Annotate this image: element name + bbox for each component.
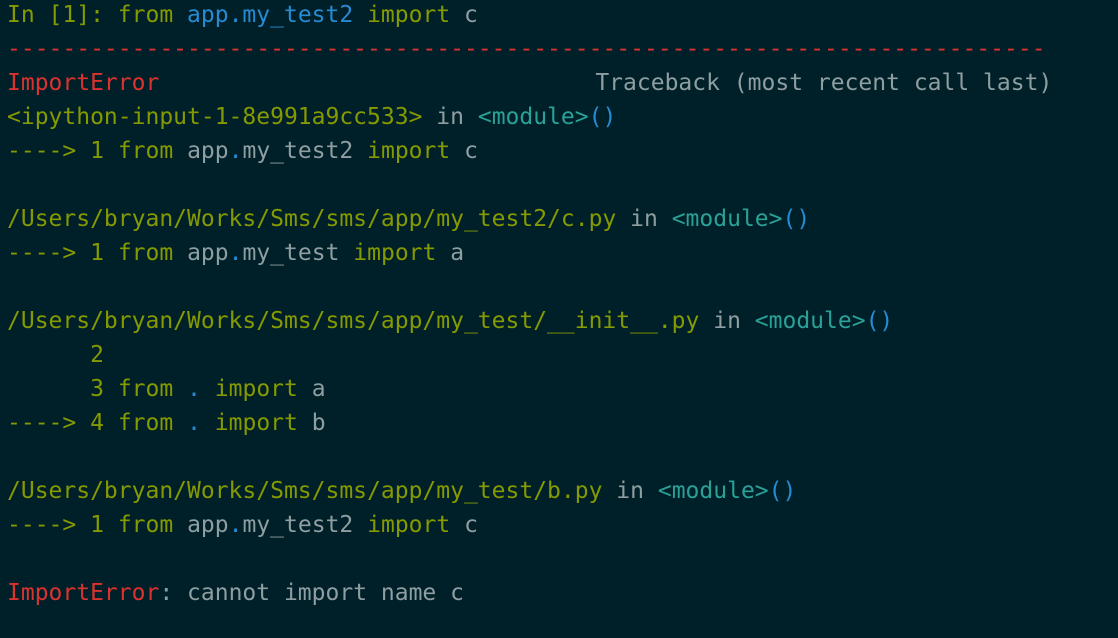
- line-number: 3: [90, 376, 104, 402]
- frame-module-tag: <module>: [477, 104, 589, 130]
- code-line: ----> 1 from app.my_test2 import c: [7, 510, 1118, 544]
- frame-in-word: in: [713, 308, 741, 334]
- frame-module-tag: <module>: [754, 308, 866, 334]
- module-dot: .: [187, 410, 201, 436]
- current-line-marker: ---->: [7, 138, 77, 164]
- imported-name: b: [311, 410, 326, 436]
- module-dot: .: [228, 512, 243, 538]
- prompt-number: 1: [62, 2, 77, 28]
- keyword-import: import: [353, 240, 437, 266]
- imported-name: a: [311, 376, 326, 402]
- terminal-window[interactable]: In [1]: from app.my_test2 import c -----…: [0, 0, 1118, 638]
- frame-file: <ipython-input-1-8e991a9cc533>: [7, 104, 423, 130]
- module-dot: .: [187, 376, 201, 402]
- frame-file: /Users/bryan/Works/Sms/sms/app/my_test/b…: [7, 478, 603, 504]
- input-line: In [1]: from app.my_test2 import c: [7, 0, 1118, 34]
- imported-name: c: [464, 138, 478, 164]
- module-part: app: [187, 138, 229, 164]
- module-dot: .: [228, 240, 243, 266]
- keyword-import: import: [367, 2, 451, 28]
- error-message: : cannot import name c: [159, 580, 464, 606]
- line-number: 1: [90, 138, 104, 164]
- frame-file: /Users/bryan/Works/Sms/sms/app/my_test/_…: [7, 308, 700, 334]
- frame-file: /Users/bryan/Works/Sms/sms/app/my_test2/…: [7, 206, 617, 232]
- keyword-from: from: [117, 376, 174, 402]
- frame-module-tag: <module>: [657, 478, 769, 504]
- frame-in-word: in: [616, 478, 644, 504]
- keyword-from: from: [117, 240, 174, 266]
- frame-header: /Users/bryan/Works/Sms/sms/app/my_test/b…: [7, 476, 1118, 510]
- module-part: my_test2: [242, 512, 354, 538]
- module-dot: .: [228, 138, 243, 164]
- line-number: 1: [90, 240, 104, 266]
- code-line: 3 from . import a: [7, 374, 1118, 408]
- code-line: ----> 1 from app.my_test2 import c: [7, 136, 1118, 170]
- frame-module-tag: <module>: [671, 206, 783, 232]
- module-name: app.my_test2: [187, 2, 354, 28]
- prompt-close: ]:: [76, 2, 118, 28]
- prompt-in: In [: [7, 2, 63, 28]
- module-part: my_test2: [242, 138, 354, 164]
- separator-line: ----------------------------------------…: [7, 36, 1046, 62]
- traceback-header: ImportError Traceback (most recent call l…: [7, 68, 1118, 102]
- error-name: ImportError: [7, 580, 160, 606]
- frame-in-word: in: [436, 104, 464, 130]
- keyword-import: import: [214, 410, 298, 436]
- module-part: my_test: [242, 240, 340, 266]
- frame-in-word: in: [630, 206, 658, 232]
- line-marker-blank: [7, 342, 76, 368]
- frame-parens: (): [782, 206, 811, 232]
- imported-name: c: [464, 2, 478, 28]
- frame-header: <ipython-input-1-8e991a9cc533> in <modul…: [7, 102, 1118, 136]
- frame-parens: (): [588, 104, 617, 130]
- frame-parens: (): [865, 308, 894, 334]
- line-number: 2: [90, 342, 104, 368]
- code-line: ----> 4 from . import b: [7, 408, 1118, 442]
- keyword-from: from: [117, 512, 174, 538]
- line-number: 4: [90, 410, 104, 436]
- current-line-marker: ---->: [7, 512, 77, 538]
- keyword-import: import: [367, 138, 451, 164]
- final-error-line: ImportError: cannot import name c: [7, 578, 1118, 612]
- line-marker-blank: [7, 376, 76, 402]
- keyword-import: import: [214, 376, 298, 402]
- imported-name: a: [450, 240, 465, 266]
- imported-name: c: [464, 512, 478, 538]
- frame-header: /Users/bryan/Works/Sms/sms/app/my_test/_…: [7, 306, 1118, 340]
- code-line: ----> 1 from app.my_test import a: [7, 238, 1118, 272]
- traceback-label: Traceback (most recent call last): [595, 70, 1053, 96]
- module-part: app: [187, 240, 229, 266]
- current-line-marker: ---->: [7, 410, 77, 436]
- frame-parens: (): [768, 478, 797, 504]
- keyword-from: from: [117, 410, 174, 436]
- keyword-from: from: [117, 2, 174, 28]
- module-part: app: [187, 512, 229, 538]
- line-number: 1: [90, 512, 104, 538]
- code-line: 2: [7, 340, 1118, 374]
- error-name: ImportError: [7, 70, 160, 96]
- current-line-marker: ---->: [7, 240, 77, 266]
- keyword-from: from: [117, 138, 174, 164]
- keyword-import: import: [367, 512, 451, 538]
- frame-header: /Users/bryan/Works/Sms/sms/app/my_test2/…: [7, 204, 1118, 238]
